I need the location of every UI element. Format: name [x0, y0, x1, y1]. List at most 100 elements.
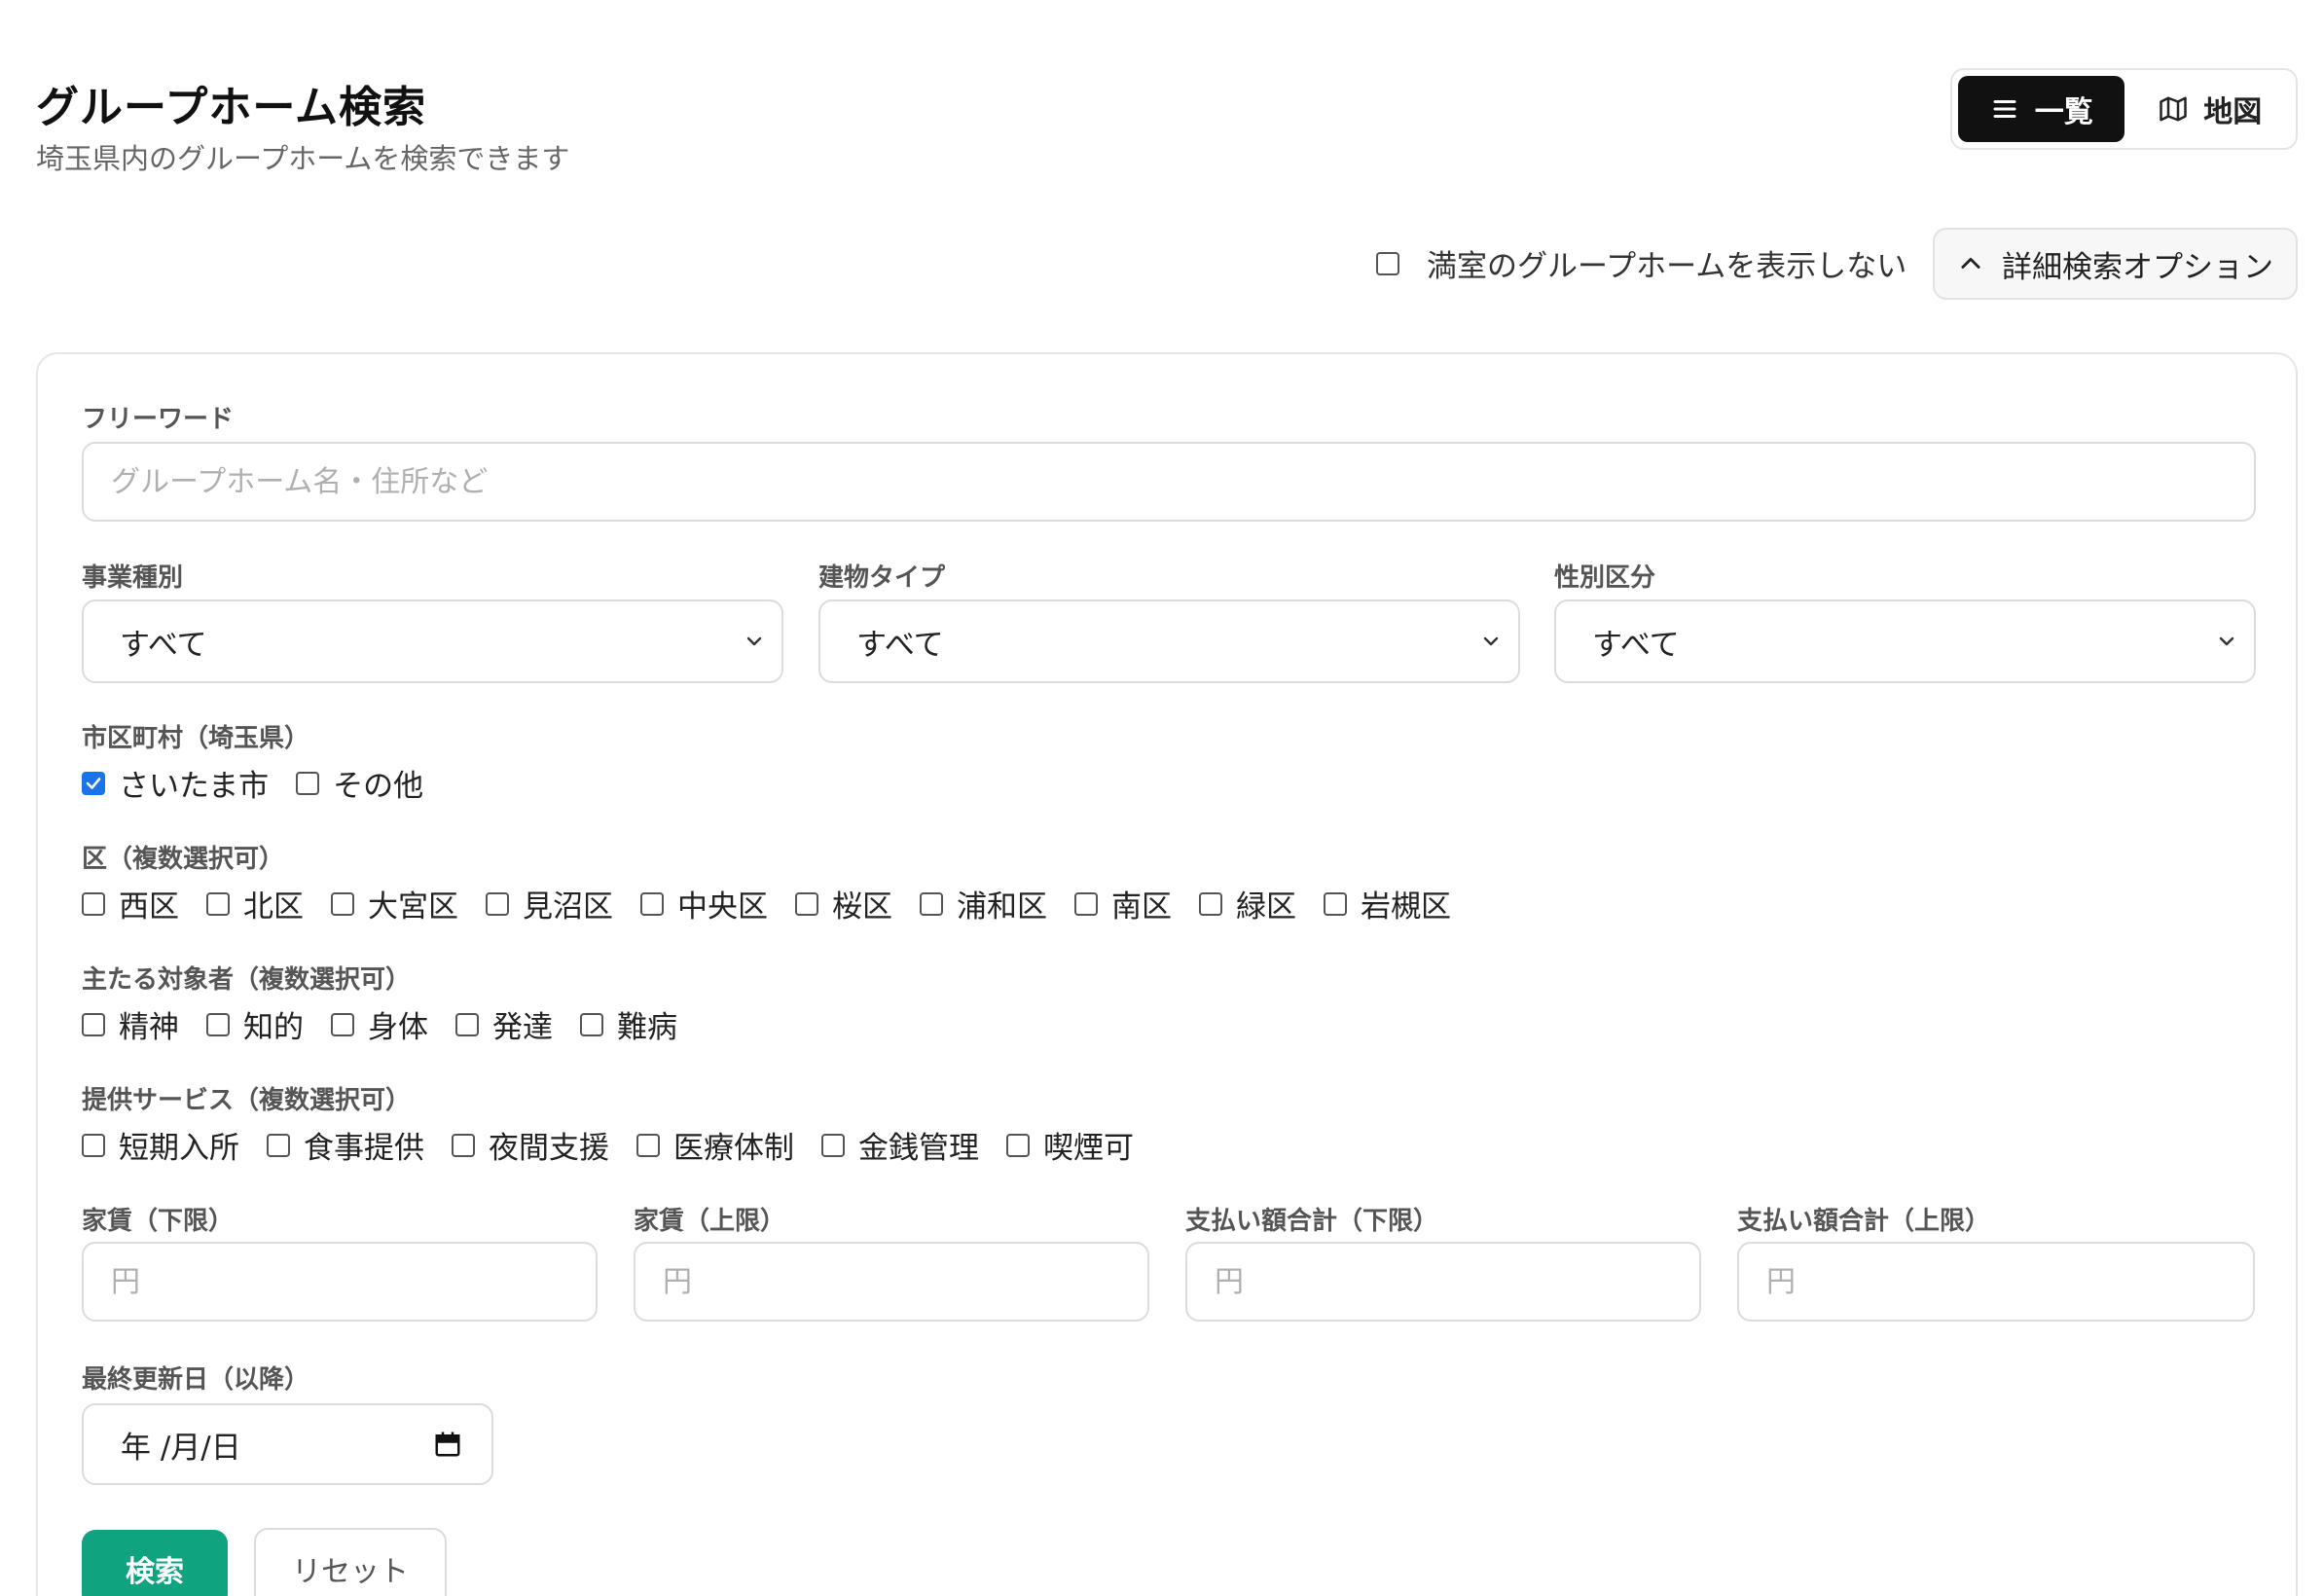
rent-max-label: 家賃（上限） — [634, 1207, 786, 1236]
ward-option[interactable]: 岩槻区 — [1324, 882, 1451, 925]
ward-option[interactable]: 西区 — [82, 882, 179, 925]
ward-option-label: 桜区 — [832, 889, 892, 925]
hide-full-label: 満室のグループホームを表示しない — [1427, 249, 1907, 284]
ward-option[interactable]: 見沼区 — [486, 882, 613, 925]
list-icon — [1993, 100, 2016, 118]
advanced-options-button[interactable]: 詳細検索オプション — [1933, 228, 2298, 300]
checkbox[interactable] — [795, 891, 818, 916]
checkbox[interactable] — [580, 1012, 603, 1036]
ward-option[interactable]: 緑区 — [1199, 882, 1296, 925]
rent-min-label: 家賃（下限） — [82, 1207, 235, 1236]
ward-option-label: 西区 — [119, 889, 179, 925]
service-option-label: 医療体制 — [673, 1131, 794, 1166]
gender-select[interactable]: すべて — [1554, 599, 2256, 683]
ward-option-label: 浦和区 — [957, 889, 1047, 925]
checkbox[interactable] — [82, 771, 105, 795]
target-option[interactable]: 知的 — [206, 1002, 304, 1046]
chevron-down-icon — [2219, 636, 2234, 646]
rent-min-input[interactable] — [82, 1242, 598, 1322]
service-option-label: 金銭管理 — [858, 1131, 979, 1166]
checkbox[interactable] — [82, 891, 105, 916]
ward-option-label: 見沼区 — [523, 889, 613, 925]
checkbox[interactable] — [1199, 891, 1222, 916]
checkbox[interactable] — [331, 1012, 354, 1036]
checkbox[interactable] — [821, 1133, 845, 1157]
service-option-label: 夜間支援 — [489, 1131, 609, 1166]
service-option-label: 短期入所 — [119, 1131, 239, 1166]
checkbox[interactable] — [82, 1012, 105, 1036]
checkbox[interactable] — [920, 891, 943, 916]
service-option[interactable]: 金銭管理 — [821, 1123, 979, 1167]
city-option-label: その他 — [333, 769, 424, 804]
map-icon — [2160, 96, 2187, 122]
ward-option[interactable]: 南区 — [1074, 882, 1172, 925]
wards-label: 区（複数選択可） — [82, 845, 285, 874]
building-type-value: すべて — [856, 627, 944, 663]
target-option-label: 精神 — [119, 1010, 179, 1045]
service-option[interactable]: 食事提供 — [267, 1123, 424, 1167]
reset-button[interactable]: リセット — [254, 1528, 447, 1596]
checkbox[interactable] — [640, 891, 664, 916]
ward-options: 西区 北区 大宮区 見沼区 中央区 桜区 浦和区 南区 緑区 岩槻区 — [82, 882, 1478, 925]
city-option-other[interactable]: その他 — [296, 761, 423, 805]
checkbox[interactable] — [206, 891, 230, 916]
checkbox[interactable] — [455, 1012, 479, 1036]
target-options: 精神 知的 身体 発達 難病 — [82, 1002, 705, 1046]
updated-date-value: 年 /月/日 — [121, 1430, 241, 1466]
city-option-label: さいたま市 — [119, 769, 270, 804]
updated-date-input[interactable]: 年 /月/日 — [82, 1403, 493, 1485]
target-option[interactable]: 発達 — [455, 1002, 553, 1046]
target-option[interactable]: 身体 — [331, 1002, 428, 1046]
service-option[interactable]: 夜間支援 — [452, 1123, 609, 1167]
advanced-options-label: 詳細検索オプション — [2002, 249, 2273, 285]
checkbox[interactable] — [636, 1133, 660, 1157]
hide-full-checkbox[interactable] — [1376, 251, 1399, 275]
business-type-select[interactable]: すべて — [82, 599, 783, 683]
service-option[interactable]: 医療体制 — [636, 1123, 794, 1167]
service-option[interactable]: 短期入所 — [82, 1123, 239, 1167]
total-max-input[interactable] — [1737, 1242, 2255, 1322]
hide-full-option[interactable]: 満室のグループホームを表示しない — [1376, 241, 1906, 285]
calendar-icon[interactable] — [433, 1430, 462, 1459]
ward-option[interactable]: 浦和区 — [920, 882, 1047, 925]
city-option-saitama[interactable]: さいたま市 — [82, 761, 269, 805]
ward-option[interactable]: 中央区 — [640, 882, 768, 925]
service-option[interactable]: 喫煙可 — [1006, 1123, 1134, 1167]
checkbox[interactable] — [486, 891, 509, 916]
map-view-button[interactable]: 地図 — [2130, 76, 2290, 142]
target-option[interactable]: 精神 — [82, 1002, 179, 1046]
ward-option[interactable]: 北区 — [206, 882, 304, 925]
freeword-label: フリーワード — [82, 405, 235, 434]
list-view-button[interactable]: 一覧 — [1958, 76, 2125, 142]
service-option-label: 食事提供 — [304, 1131, 424, 1166]
target-option-label: 知的 — [243, 1010, 304, 1045]
target-option-label: 発達 — [492, 1010, 553, 1045]
checkbox[interactable] — [1006, 1133, 1030, 1157]
checkbox[interactable] — [452, 1133, 475, 1157]
checkbox[interactable] — [1324, 891, 1347, 916]
checkbox[interactable] — [1074, 891, 1098, 916]
ward-option[interactable]: 大宮区 — [331, 882, 458, 925]
page-title: グループホーム検索 — [36, 83, 427, 132]
chevron-down-icon — [746, 636, 762, 646]
building-type-select[interactable]: すべて — [818, 599, 1520, 683]
chevron-down-icon — [1483, 636, 1499, 646]
checkbox[interactable] — [267, 1133, 290, 1157]
checkbox[interactable] — [82, 1133, 105, 1157]
gender-label: 性別区分 — [1554, 563, 1656, 593]
service-options: 短期入所 食事提供 夜間支援 医療体制 金銭管理 喫煙可 — [82, 1123, 1161, 1167]
checkbox[interactable] — [206, 1012, 230, 1036]
ward-option[interactable]: 桜区 — [795, 882, 892, 925]
targets-label: 主たる対象者（複数選択可） — [82, 965, 412, 995]
chevron-up-icon — [1961, 257, 1980, 269]
list-view-label: 一覧 — [2034, 95, 2093, 129]
checkbox[interactable] — [296, 771, 320, 795]
total-min-input[interactable] — [1185, 1242, 1701, 1322]
page: グループホーム検索 埼玉県内のグループホームを検索できます 一覧 地図 満室のグ… — [0, 0, 2324, 1596]
search-button[interactable]: 検索 — [82, 1530, 228, 1596]
target-option[interactable]: 難病 — [580, 1002, 677, 1046]
service-option-label: 喫煙可 — [1043, 1131, 1134, 1166]
rent-max-input[interactable] — [634, 1242, 1149, 1322]
checkbox[interactable] — [331, 891, 354, 916]
freeword-input[interactable] — [82, 442, 2256, 522]
